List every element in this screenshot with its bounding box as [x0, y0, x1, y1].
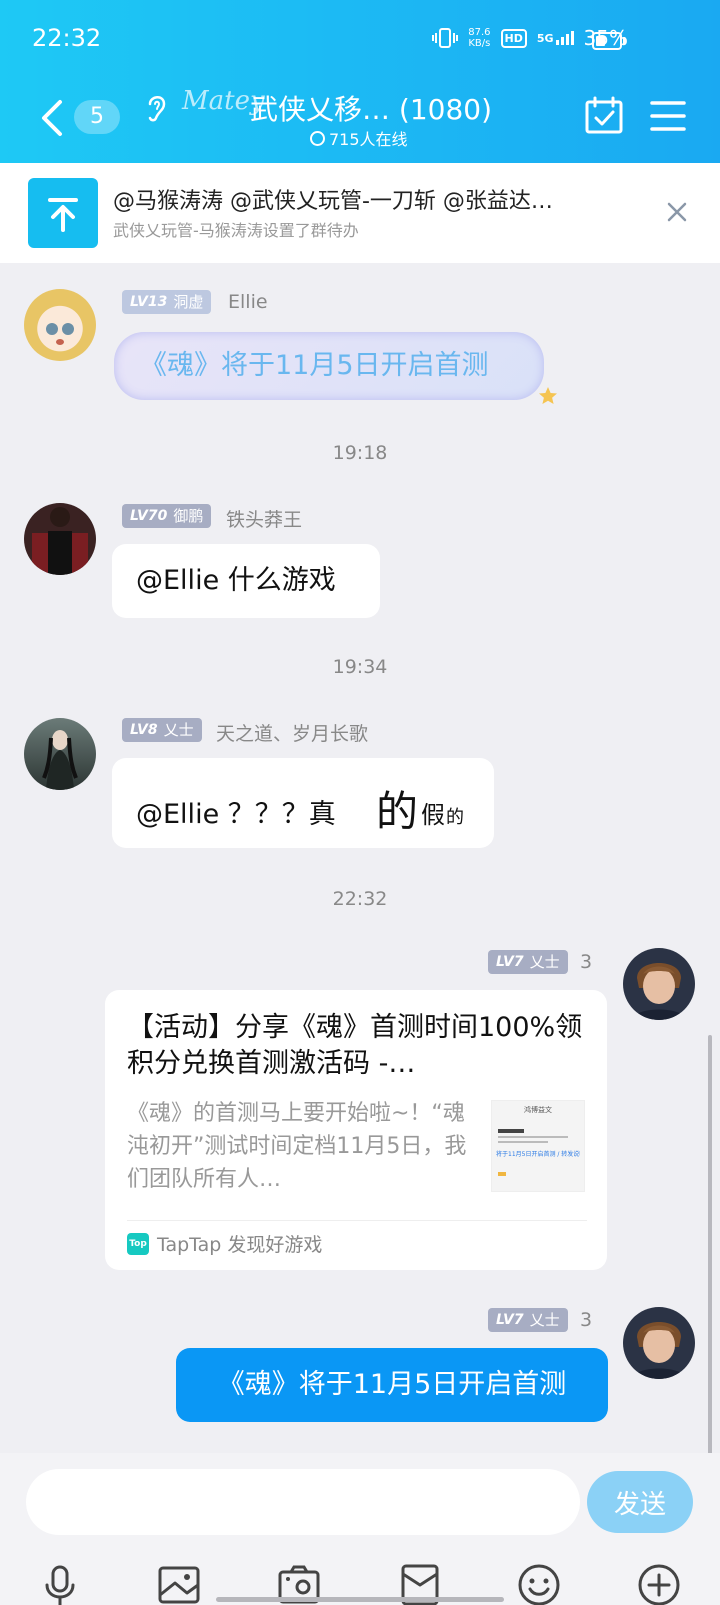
banner-subtitle: 武侠乂玩管-马猴涛涛设置了群待办 [113, 221, 359, 240]
image-icon[interactable] [157, 1563, 201, 1605]
taptap-icon: Top [127, 1232, 149, 1255]
user-level-badge: LV7 乂士 [488, 950, 568, 974]
group-title[interactable]: 武侠乂移… (1080) [250, 88, 492, 128]
ear-icon[interactable] [144, 92, 170, 124]
home-indicator[interactable] [216, 1597, 504, 1602]
menu-icon[interactable] [650, 100, 686, 132]
sender-name: 铁头莽王 [226, 509, 303, 531]
card-thumbnail: 鸿博益文 将于11月5日开启首测 / 转发说明 [491, 1100, 585, 1192]
avatar-self[interactable] [623, 948, 695, 1020]
shared-link-card[interactable]: 【活动】分享《魂》首测时间100%领积分兑换首测激活码 -… 《魂》的首测马上要… [105, 990, 607, 1270]
time-separator: 19:34 [332, 656, 388, 678]
message-input[interactable] [26, 1469, 580, 1535]
message-bubble[interactable]: 《魂》将于11月5日开启首测 [176, 1348, 608, 1422]
group-todo-banner[interactable]: @马猴涛涛 @武侠乂玩管-一刀斩 @张益达… 武侠乂玩管-马猴涛涛设置了群待办 [0, 163, 720, 263]
chat-header: 22:32 87.6 KB/s HD 5G 35% 5 Matey 武侠乂移… (… [0, 0, 720, 163]
unread-badge[interactable]: 5 [74, 100, 120, 134]
online-icon [310, 130, 325, 146]
card-description: 《魂》的首测马上要开始啦~！“魂沌初开”测试时间定档11月5日，我们团队所有人… [127, 1101, 467, 1192]
time-separator: 22:32 [332, 888, 388, 910]
sender-name: 3 [580, 1309, 593, 1331]
sender-name: Ellie [228, 291, 268, 313]
close-icon[interactable] [664, 199, 690, 225]
calendar-check-icon[interactable] [584, 96, 624, 136]
sender-name: 天之道、岁月长歌 [216, 723, 369, 745]
user-level-badge: LV8 乂士 [122, 718, 202, 742]
status-time: 22:32 [32, 24, 102, 52]
battery-icon [592, 32, 622, 50]
mic-icon[interactable] [38, 1563, 82, 1605]
signal-icon: 5G [537, 31, 574, 45]
card-title: 【活动】分享《魂》首测时间100%领积分兑换首测激活码 -… [127, 1012, 583, 1079]
user-level-badge: LV70 御鹏 [122, 504, 212, 528]
online-count: 715人在线 [310, 126, 408, 150]
send-button[interactable]: 发送 [587, 1471, 693, 1533]
avatar-ellie[interactable] [24, 289, 96, 361]
hd-badge: HD [500, 28, 527, 48]
user-level-badge: LV13 洞虚 [122, 290, 212, 314]
message-bubble[interactable]: @Ellie 什么游戏 [112, 544, 380, 618]
user-level-badge: LV7 乂士 [488, 1308, 568, 1332]
back-icon[interactable] [36, 96, 70, 140]
avatar-tietou[interactable] [24, 503, 96, 575]
net-speed: 87.6 KB/s [468, 27, 491, 49]
plus-icon[interactable] [637, 1563, 681, 1605]
composer: 发送 [0, 1453, 720, 1605]
time-separator: 19:18 [332, 442, 388, 464]
pin-top-icon [28, 178, 98, 248]
card-source: Top TapTap 发现好游戏 [127, 1230, 322, 1257]
avatar-tianzhidao[interactable] [24, 718, 96, 790]
sender-name: 3 [580, 951, 593, 973]
star-icon [539, 387, 557, 404]
vibrate-icon [432, 28, 459, 48]
scrollbar[interactable] [708, 1035, 712, 1455]
banner-mentions: @马猴涛涛 @武侠乂玩管-一刀斩 @张益达… [113, 189, 553, 214]
message-bubble[interactable]: 《魂》将于11月5日开启首测 [114, 332, 544, 400]
message-bubble[interactable]: @Ellie ？？？真 的 假 的 [112, 758, 494, 848]
emoji-icon[interactable] [517, 1563, 561, 1605]
avatar-self[interactable] [623, 1307, 695, 1379]
